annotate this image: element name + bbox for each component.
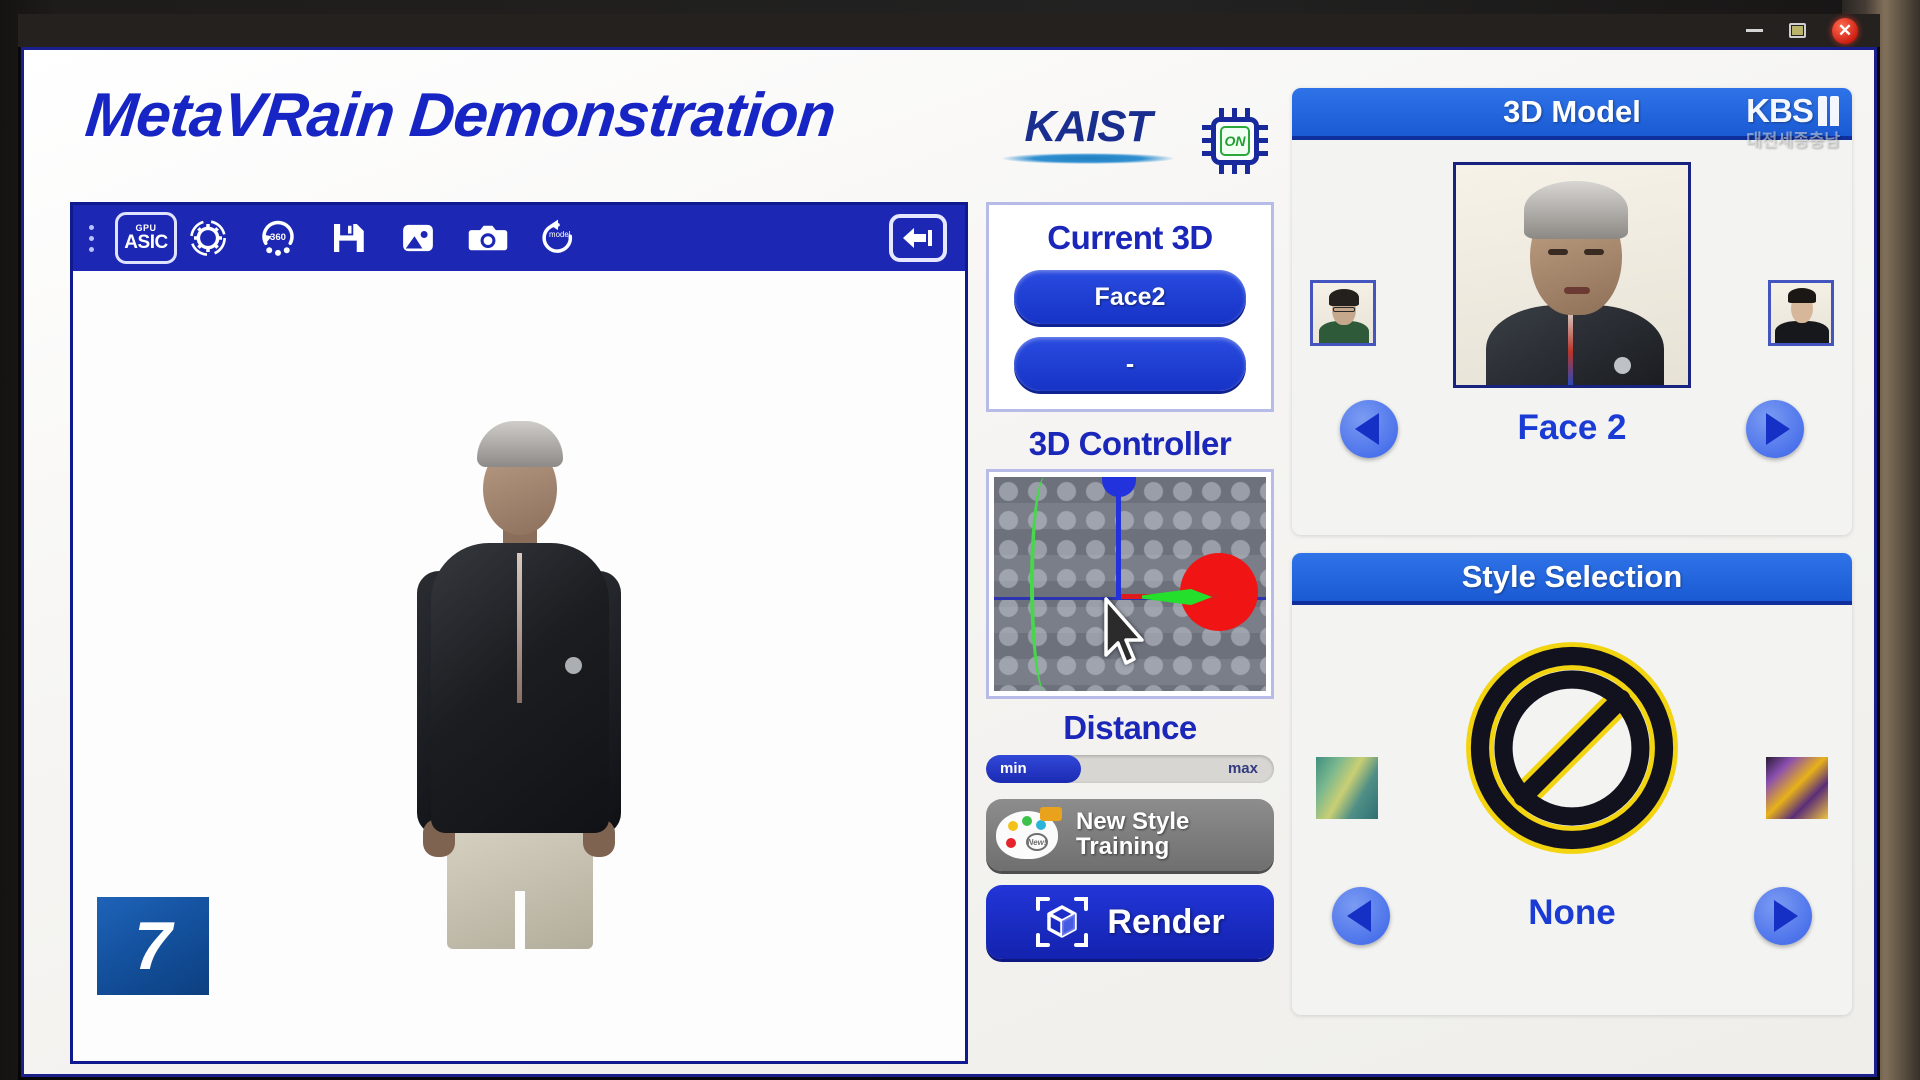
distance-slider[interactable]: min max xyxy=(986,755,1274,783)
style-selection-title: Style Selection xyxy=(1461,559,1683,594)
back-arrow-icon xyxy=(903,228,932,248)
current-3d-panel: Current 3D Face2 - xyxy=(986,202,1274,412)
kbs-watermark-text: KBS xyxy=(1746,92,1814,129)
style-thumbnail-right[interactable] xyxy=(1766,757,1828,819)
chip-status-label: ON xyxy=(1220,126,1250,156)
kaist-logo: KAIST xyxy=(1002,102,1174,164)
3d-viewport[interactable]: 7 xyxy=(73,271,965,1061)
new-badge: New! xyxy=(1026,833,1048,851)
kaist-logo-swoosh xyxy=(1002,153,1174,164)
slide-number-badge: 7 xyxy=(97,897,209,995)
render-button[interactable]: Render xyxy=(986,885,1274,959)
gizmo-viewport[interactable] xyxy=(994,477,1266,691)
face-prev-button[interactable] xyxy=(1340,400,1398,458)
pointer-cursor-icon xyxy=(1104,597,1144,665)
current-3d-slot-1[interactable]: Face2 xyxy=(1014,270,1246,324)
viewer-toolbar: GPU ASIC 360 model xyxy=(73,205,965,271)
arrow-left-icon xyxy=(1354,413,1379,445)
image-button[interactable] xyxy=(387,213,449,263)
control-column: Current 3D Face2 - 3D Controller Distanc… xyxy=(986,202,1274,959)
distance-min-label: min xyxy=(1000,760,1027,777)
floppy-save-icon xyxy=(334,224,364,252)
style-selection-header: Style Selection xyxy=(1292,553,1852,605)
face-3-thumbnail[interactable] xyxy=(1768,280,1834,346)
asic-gpu-toggle-button[interactable]: GPU ASIC xyxy=(115,212,177,264)
palette-icon: New! xyxy=(996,807,1068,863)
gizmo-y-axis[interactable] xyxy=(1116,485,1121,600)
kaist-logo-text: KAIST xyxy=(1024,102,1153,151)
rotate-360-button[interactable]: 360 xyxy=(247,213,309,263)
arrow-left-icon xyxy=(1346,900,1371,932)
close-button[interactable]: ✕ xyxy=(1832,17,1858,44)
arrow-right-icon xyxy=(1765,413,1790,445)
gear-icon xyxy=(190,220,226,256)
asic-label: ASIC xyxy=(124,232,168,253)
save-button[interactable] xyxy=(317,213,379,263)
viewer-panel: GPU ASIC 360 model 7 xyxy=(70,202,968,1064)
rendered-avatar xyxy=(369,421,669,1061)
chip-on-icon: ON xyxy=(1202,108,1268,174)
application-window: MetaVRain Demonstration KAIST ON GPU ASI… xyxy=(21,47,1877,1077)
current-3d-title: Current 3D xyxy=(1047,219,1213,256)
style-selection-body: None xyxy=(1292,605,1852,1015)
kebab-menu-icon[interactable] xyxy=(89,224,97,252)
style-selection-panel: Style Selection None xyxy=(1292,553,1852,1015)
3d-model-title: 3D Model xyxy=(1503,94,1641,129)
training-label-line1: New Style xyxy=(1076,808,1190,836)
svg-text:model: model xyxy=(549,230,571,239)
style-prev-button[interactable] xyxy=(1332,887,1390,945)
camera-button[interactable] xyxy=(457,213,519,263)
cube-scan-icon xyxy=(1036,897,1089,947)
style-thumbnail-left[interactable] xyxy=(1316,757,1378,819)
new-style-training-label: New Style Training xyxy=(1076,808,1264,860)
style-next-button[interactable] xyxy=(1754,887,1812,945)
new-style-training-button[interactable]: New! New Style Training xyxy=(986,799,1274,871)
3d-model-body: Face 2 xyxy=(1292,140,1852,535)
face-1-thumbnail[interactable] xyxy=(1310,280,1376,346)
kbs-channel-bars xyxy=(1817,96,1839,126)
render-label: Render xyxy=(1107,902,1225,941)
right-column: 3D Model KBS 대전세종충남 Face 2 Style Selecti… xyxy=(1292,88,1852,1015)
camera-icon xyxy=(468,225,508,251)
3d-controller-panel[interactable] xyxy=(986,469,1274,699)
3d-model-header: 3D Model KBS 대전세종충남 xyxy=(1292,88,1852,150)
360-rotate-icon: 360 xyxy=(262,220,294,256)
minimize-button[interactable] xyxy=(1746,29,1763,32)
window-title-bar: ✕ xyxy=(18,14,1880,47)
distance-title: Distance xyxy=(1063,709,1197,746)
face-main-preview[interactable] xyxy=(1453,162,1691,388)
training-label-line2: Training xyxy=(1076,833,1170,860)
3d-model-panel: 3D Model KBS 대전세종충남 Face 2 xyxy=(1292,88,1852,535)
model-reset-icon: model xyxy=(542,219,573,253)
current-3d-slot-2[interactable]: - xyxy=(1014,337,1246,391)
maximize-button[interactable] xyxy=(1789,23,1806,38)
window-controls: ✕ xyxy=(1746,14,1858,47)
face-next-button[interactable] xyxy=(1746,400,1804,458)
page-title: MetaVRain Demonstration xyxy=(82,81,839,150)
distance-max-label: max xyxy=(1227,760,1258,777)
svg-text:360: 360 xyxy=(270,232,286,243)
arrow-right-icon xyxy=(1773,900,1798,932)
monitor-frame: ✕ MetaVRain Demonstration KAIST ON GPU A… xyxy=(18,14,1880,1080)
settings-button[interactable] xyxy=(177,213,239,263)
image-icon xyxy=(403,224,433,252)
model-reset-button[interactable]: model xyxy=(527,213,589,263)
no-style-prohibition-icon xyxy=(1466,642,1678,854)
back-button[interactable] xyxy=(889,214,947,262)
3d-controller-title: 3D Controller xyxy=(1028,425,1232,462)
